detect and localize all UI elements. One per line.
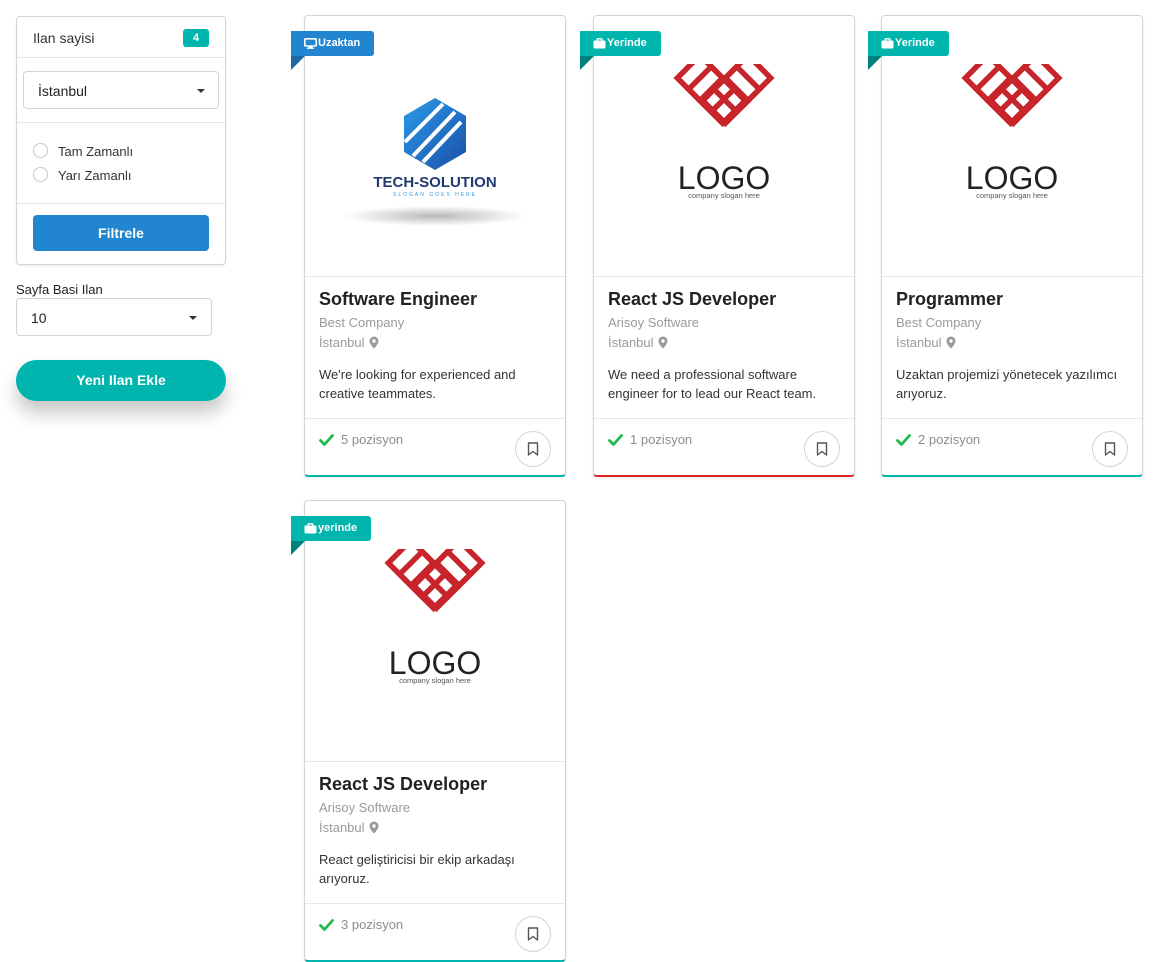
logo-tagline: company slogan here [399,676,471,685]
filter-panel: Ilan sayisi 4 İstanbul Tam Zamanlı Yarı … [16,16,226,265]
job-location: İstanbul [608,334,844,351]
bookmark-button[interactable] [515,431,551,467]
job-location: İstanbul [896,334,1132,351]
checkmark-icon [319,919,334,931]
work-type-section: Tam Zamanlı Yarı Zamanlı [17,123,225,204]
ribbon-fold [291,56,305,70]
job-description: We're looking for experienced and creati… [319,367,516,401]
job-card-body: Programmer Best Company İstanbul Uzaktan… [896,288,1132,403]
per-page-label: Sayfa Basi Ilan [16,282,103,297]
job-title[interactable]: Programmer [896,288,1132,310]
city-name: İstanbul [319,335,365,350]
radio-label: Tam Zamanlı [58,144,134,159]
ribbon-fold [868,56,882,70]
job-location: İstanbul [319,819,555,836]
city-name: İstanbul [896,335,942,350]
job-description: Uzaktan projemizi yönetecek yazılımcı ar… [896,367,1118,401]
map-pin-icon [658,336,668,349]
job-title[interactable]: React JS Developer [319,773,555,795]
job-card-footer: 2 pozisyon [882,418,1142,475]
per-page-value: 10 [31,310,47,326]
job-card[interactable]: Uzaktan TECH-SOLUTION SLOGAN GOES HERE S… [291,15,566,477]
radio-label: Yarı Zamanlı [58,168,132,183]
ribbon-label: Yerinde [607,37,647,49]
job-card-body: React JS Developer Arisoy Software İstan… [319,773,555,888]
positions-label: 3 pozisyon [341,917,404,932]
filter-button[interactable]: Filtrele [33,215,209,251]
job-card-footer: 1 pozisyon [594,418,854,475]
city-select-value: İstanbul [38,83,88,99]
job-card-body: React JS Developer Arisoy Software İstan… [608,288,844,403]
briefcase-icon [593,38,606,49]
job-card-body: Software Engineer Best Company İstanbul … [319,288,555,403]
company-name: Arisoy Software [319,800,411,815]
checkmark-icon [608,434,623,446]
work-mode-ribbon: Uzaktan [291,31,375,70]
bookmark-button[interactable] [804,431,840,467]
positions-count: 1 pozisyon [608,432,692,447]
radio-circle-icon [33,143,48,158]
bookmark-icon [816,442,828,456]
job-card[interactable]: yerinde LOGO company slogan here React J… [291,500,566,962]
bookmark-icon [1104,442,1116,456]
checkmark-icon [319,434,334,446]
work-mode-ribbon: yerinde [291,516,372,555]
job-card-footer: 5 pozisyon [305,418,565,475]
job-title[interactable]: React JS Developer [608,288,844,310]
positions-count: 5 pozisyon [319,432,403,447]
city-name: İstanbul [608,335,654,350]
map-pin-icon [369,336,379,349]
ribbon-fold [580,56,594,70]
logo-tagline: SLOGAN GOES HERE [393,192,477,198]
map-pin-icon [369,821,379,834]
positions-label: 5 pozisyon [341,432,404,447]
radio-circle-icon [33,167,48,182]
job-count-label: Ilan sayisi [33,30,95,46]
bookmark-icon [527,442,539,456]
briefcase-icon [881,38,894,49]
city-filter-section: İstanbul [17,58,225,123]
dropdown-caret-icon [189,316,197,320]
job-title[interactable]: Software Engineer [319,288,555,310]
ribbon-label: Uzaktan [318,37,361,49]
company-name: Best Company [319,315,405,330]
per-page-select[interactable]: 10 [16,298,212,336]
job-card-footer: 3 pozisyon [305,903,565,960]
work-mode-ribbon: Yerinde [580,31,661,70]
map-pin-icon [946,336,956,349]
desktop-icon [304,38,317,49]
positions-count: 2 pozisyon [896,432,980,447]
job-card[interactable]: Yerinde LOGO company slogan here Program… [868,15,1143,477]
checkmark-icon [896,434,911,446]
add-new-job-button[interactable]: Yeni Ilan Ekle [16,360,226,401]
job-count-badge: 4 [183,29,209,47]
bookmark-icon [527,927,539,941]
positions-label: 1 pozisyon [630,432,693,447]
bookmark-button[interactable] [1092,431,1128,467]
ribbon-label: Yerinde [895,37,935,49]
job-description: We need a professional software engineer… [608,367,817,401]
dropdown-caret-icon [197,89,205,93]
company-name: Best Company [896,315,982,330]
positions-label: 2 pozisyon [918,432,981,447]
city-name: İstanbul [319,820,365,835]
job-description: React geliştiricisi bir ekip arkadaşı ar… [319,852,515,886]
job-location: İstanbul [319,334,555,351]
work-mode-ribbon: Yerinde [868,31,949,70]
job-count-header: Ilan sayisi 4 [17,17,225,58]
city-select[interactable]: İstanbul [23,71,219,109]
ribbon-fold [291,541,305,555]
bookmark-button[interactable] [515,916,551,952]
ribbon-label: yerinde [318,522,358,534]
positions-count: 3 pozisyon [319,917,403,932]
briefcase-icon [304,523,317,534]
job-card[interactable]: Yerinde LOGO company slogan here React J… [580,15,855,477]
logo-text: TECH-SOLUTION [373,174,496,191]
logo-tagline: company slogan here [688,191,760,200]
logo-tagline: company slogan here [976,191,1048,200]
company-name: Arisoy Software [608,315,700,330]
